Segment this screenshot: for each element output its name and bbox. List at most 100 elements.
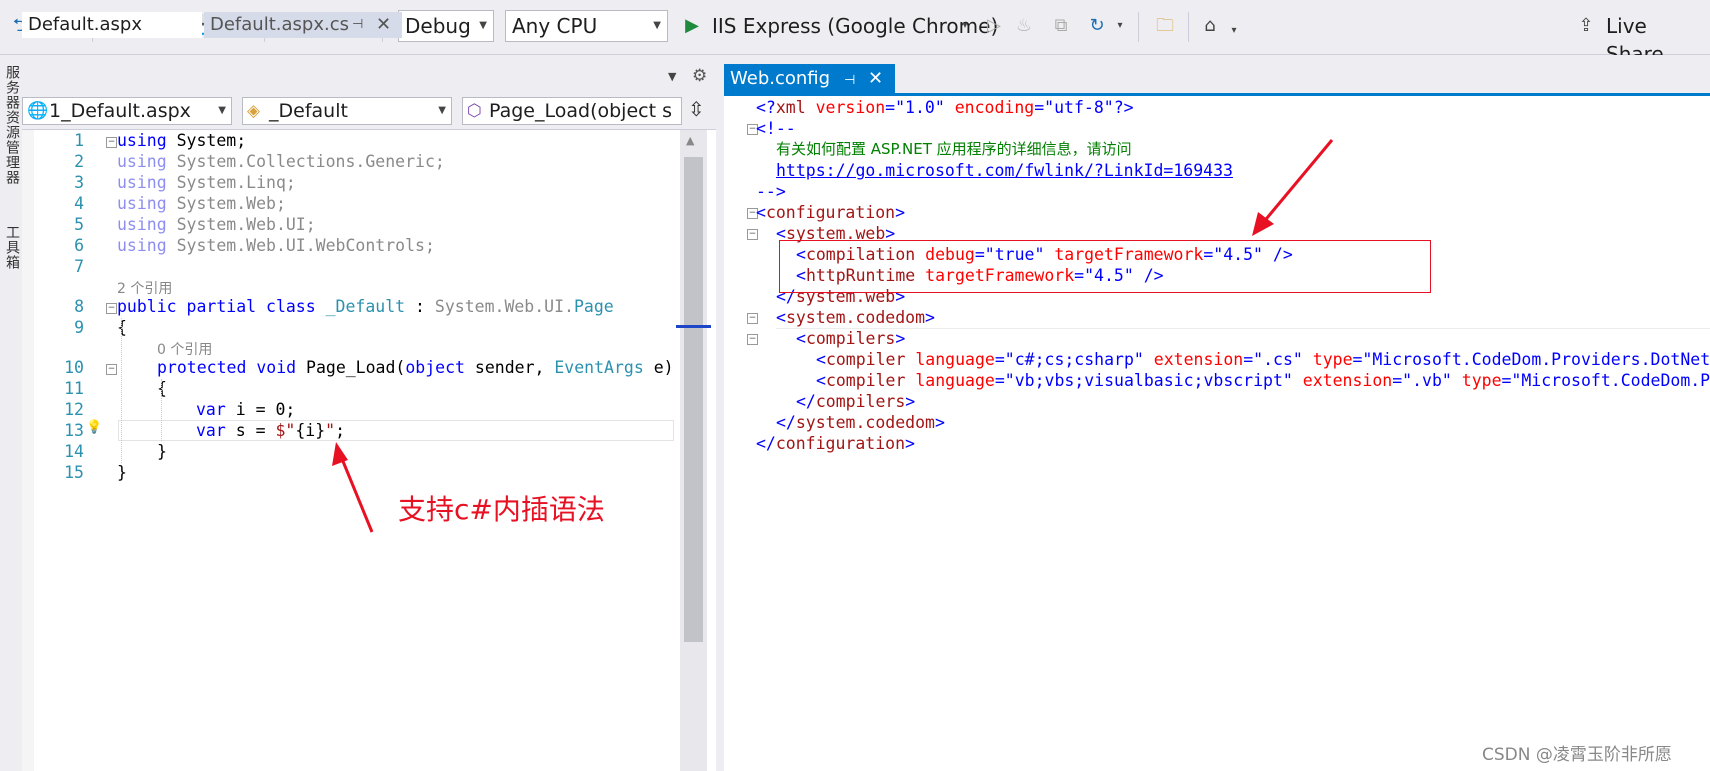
annotation-text: 支持c#内插语法 — [398, 493, 605, 526]
globe-icon: 🌐 — [27, 101, 49, 121]
code-token: sender, — [464, 358, 555, 377]
split-window-icon[interactable]: ⇳ — [688, 97, 705, 121]
xml-token: system.codedom — [795, 413, 935, 432]
refresh-dropdown-icon[interactable]: ▾ — [1114, 13, 1126, 39]
member-select[interactable]: ⬡ Page_Load(object s — [462, 97, 682, 125]
codelens-reference-count[interactable]: 0 个引用 — [157, 339, 212, 359]
tab-web-config[interactable]: Web.config ⊣ ✕ — [724, 64, 895, 95]
platform-select[interactable]: Any CPU ▼ — [505, 10, 668, 42]
configuration-select[interactable]: Debug ▼ — [398, 10, 494, 42]
code-line: var i = 0; — [196, 399, 295, 420]
share-icon[interactable]: ⇪ — [1574, 13, 1598, 39]
gear-icon[interactable]: ⚙ — [692, 66, 707, 86]
platform-value: Any CPU — [512, 14, 598, 38]
code-line: using System.Collections.Generic; — [117, 151, 445, 172]
toolbox-tab[interactable]: 工具箱 — [2, 225, 22, 270]
class-select[interactable]: ◈ _Default ▼ — [242, 97, 452, 125]
code-token: System.Web.UI.WebControls; — [166, 236, 435, 255]
hot-reload-icon[interactable]: ♨ — [1014, 13, 1034, 39]
chevron-down-icon: ▼ — [653, 20, 661, 31]
find-in-files-icon[interactable]: 🗀 — [1152, 13, 1178, 39]
fold-toggle[interactable]: − — [747, 313, 758, 324]
lightbulb-icon[interactable]: 💡 — [86, 420, 102, 435]
fold-toggle[interactable]: − — [106, 137, 117, 148]
xml-token: > — [905, 392, 916, 411]
fold-toggle[interactable]: − — [106, 364, 117, 375]
line-number: 10 — [64, 358, 84, 377]
xml-token: type — [1302, 350, 1353, 369]
chevron-down-icon: ▼ — [218, 105, 226, 116]
code-token: var — [196, 421, 226, 440]
xml-token: > — [895, 203, 906, 222]
xml-token: c#;cs;csharp — [1014, 350, 1134, 369]
pin-icon[interactable]: ⊣ — [844, 68, 855, 94]
configuration-value: Debug — [405, 14, 471, 38]
code-token: _Default — [315, 297, 406, 316]
code-line: using System.Web.UI.WebControls; — [117, 235, 435, 256]
scrollbar-thumb[interactable] — [684, 157, 703, 642]
xml-token: " — [1282, 371, 1293, 390]
code-line: } — [117, 462, 127, 483]
xml-line: </system.codedom> — [776, 412, 945, 433]
line-number: 2 — [74, 152, 84, 171]
tab-default-aspx-cs[interactable]: Default.aspx.cs ⊣ ✕ — [204, 12, 402, 38]
code-token: System.Linq; — [166, 173, 296, 192]
run-target-dropdown-icon[interactable]: ▾ — [958, 13, 972, 39]
run-target-button[interactable]: IIS Express (Google Chrome) — [712, 12, 998, 40]
xml-token: system.codedom — [785, 308, 926, 327]
xml-token: version — [805, 98, 886, 117]
pin-icon[interactable]: ⊣ — [352, 12, 363, 38]
xml-token: .cs — [1263, 350, 1293, 369]
code-token: using — [117, 236, 167, 255]
fold-toggle[interactable]: − — [106, 303, 117, 314]
method-icon: ⬡ — [467, 101, 482, 121]
browser-link-icon[interactable]: ⧉ — [1050, 13, 1072, 39]
tab-list-dropdown-icon[interactable]: ▼ — [668, 70, 676, 83]
codelens-reference-count[interactable]: 2 个引用 — [117, 278, 172, 298]
class-icon: ◈ — [247, 101, 261, 121]
xml-token: < — [816, 371, 826, 390]
line-number: 7 — [74, 257, 84, 276]
code-token: } — [157, 442, 167, 461]
scroll-up-icon[interactable]: ▲ — [686, 134, 694, 147]
fold-toggle[interactable]: − — [747, 334, 758, 345]
help-link[interactable]: https://go.microsoft.com/fwlink/?LinkId=… — [776, 161, 1233, 180]
toolbar-options-icon[interactable]: ▾ — [1228, 18, 1240, 44]
home-icon[interactable]: ⌂ — [1198, 13, 1222, 39]
xml-line: <configuration> — [756, 202, 905, 223]
xml-token: < — [756, 203, 766, 222]
refresh-icon[interactable]: ↻ — [1086, 13, 1108, 39]
xml-token: language — [905, 371, 995, 390]
code-token: System.Collections.Generic; — [166, 152, 445, 171]
code-token: using — [117, 215, 167, 234]
code-line: } — [157, 441, 167, 462]
xml-line: <?xml version="1.0" encoding="utf-8"?> — [756, 97, 1134, 118]
left-tab-bar — [22, 55, 716, 93]
line-number: 8 — [74, 297, 84, 316]
xml-token: =" — [885, 98, 906, 117]
start-debug-icon[interactable]: ▶ — [680, 13, 704, 39]
xml-line: https://go.microsoft.com/fwlink/?LinkId=… — [776, 160, 1233, 181]
tab-default-aspx[interactable]: Default.aspx — [22, 12, 202, 38]
xml-comment: 有关如何配置 ASP.NET 应用程序的详细信息，请访问 — [776, 140, 1132, 158]
code-token: public partial class — [117, 297, 316, 316]
editor-split-divider[interactable] — [716, 55, 724, 771]
xml-line: --> — [756, 181, 786, 202]
project-select[interactable]: 🌐 1_Default.aspx ▼ — [22, 97, 232, 125]
code-token: using — [117, 194, 167, 213]
close-icon[interactable]: ✕ — [376, 12, 391, 38]
member-value: Page_Load(object s — [489, 100, 672, 122]
project-value: 1_Default.aspx — [49, 100, 191, 122]
start-without-debug-icon[interactable]: ▷ — [984, 13, 1004, 39]
code-token: using — [117, 173, 167, 192]
code-token: System; — [166, 131, 247, 150]
close-icon[interactable]: ✕ — [868, 66, 883, 92]
xml-line: <!-- — [756, 118, 796, 139]
line-number: 13 — [64, 421, 84, 440]
fold-toggle[interactable]: − — [747, 229, 758, 240]
chevron-down-icon: ▼ — [479, 20, 487, 31]
xml-token: =" — [1501, 371, 1522, 390]
line-separator — [776, 328, 1710, 329]
line-number: 5 — [74, 215, 84, 234]
server-explorer-tab[interactable]: 服务器资源管理器 — [2, 65, 22, 185]
